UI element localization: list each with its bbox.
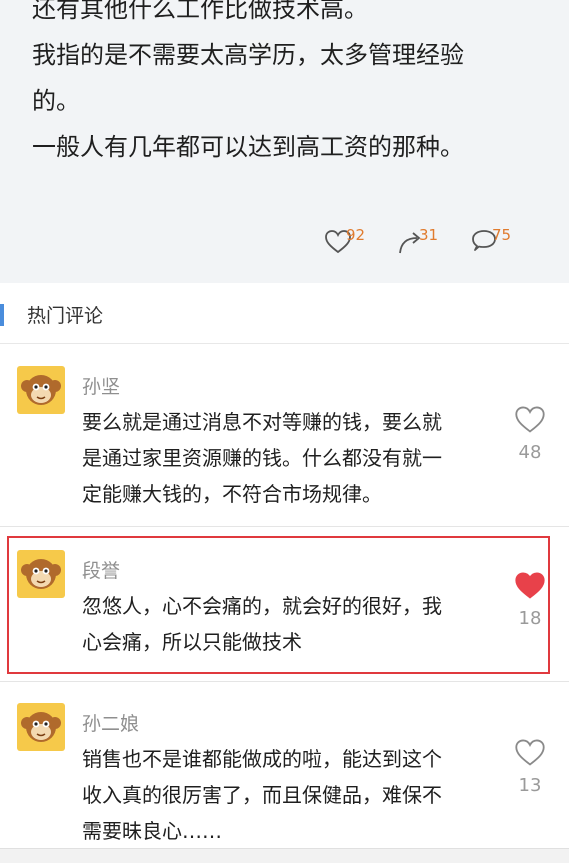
comment-text: 销售也不是谁都能做成的啦，能达到这个 收入真的很厉害了，而且保健品，难保不 需要…: [82, 741, 492, 849]
post-line: 的。: [32, 87, 80, 115]
post-like-button[interactable]: 92: [324, 226, 366, 256]
post-comment-count: 75: [492, 226, 512, 244]
comment-line: 收入真的很厉害了，而且保健品，难保不: [82, 783, 442, 807]
monkey-avatar-icon[interactable]: [17, 366, 65, 414]
comment-like-button[interactable]: 18: [512, 570, 548, 629]
commenter-name[interactable]: 孙坚: [82, 372, 120, 399]
divider: [0, 526, 569, 527]
post-comment-button[interactable]: 75: [470, 226, 512, 256]
post-card: 还有其他什么工作比做技术高。 我指的是不需要太高学历，太多管理经验 的。 一般人…: [0, 0, 569, 283]
post-like-count: 92: [346, 226, 366, 244]
comment-like-button[interactable]: 13: [512, 737, 548, 796]
post-repost-count: 31: [419, 226, 439, 244]
comment-line: 销售也不是谁都能做成的啦，能达到这个: [82, 747, 442, 771]
divider: [0, 343, 569, 344]
section-accent-bar: [0, 304, 4, 326]
comment-text: 忽悠人，心不会痛的，就会好的很好，我 心会痛，所以只能做技术: [82, 588, 492, 660]
bottom-bar: [0, 848, 569, 863]
heart-icon: [515, 739, 545, 766]
post-text: 还有其他什么工作比做技术高。 我指的是不需要太高学历，太多管理经验 的。 一般人…: [32, 0, 532, 170]
heart-filled-icon: [515, 572, 545, 599]
comment-like-count: 48: [518, 442, 542, 463]
post-repost-button[interactable]: 31: [397, 226, 439, 256]
comment-like-count: 13: [518, 775, 542, 796]
post-line: 一般人有几年都可以达到高工资的那种。: [32, 133, 464, 161]
commenter-name[interactable]: 孙二娘: [82, 709, 139, 736]
post-line: 还有其他什么工作比做技术高。: [32, 0, 368, 23]
monkey-avatar-icon[interactable]: [17, 550, 65, 598]
comment-line: 定能赚大钱的，不符合市场规律。: [82, 482, 382, 506]
comment-line: 是通过家里资源赚的钱。什么都没有就一: [82, 446, 442, 470]
comment-like-button[interactable]: 48: [512, 404, 548, 463]
comment-like-count: 18: [518, 608, 542, 629]
post-line: 我指的是不需要太高学历，太多管理经验: [32, 41, 464, 69]
section-title: 热门评论: [27, 305, 104, 327]
heart-icon: [515, 406, 545, 433]
commenter-name[interactable]: 段誉: [82, 556, 120, 583]
comment-line: 需要昧良心……: [82, 819, 222, 843]
monkey-avatar-icon[interactable]: [17, 703, 65, 751]
comment-line: 心会痛，所以只能做技术: [82, 630, 302, 654]
comment-line: 要么就是通过消息不对等赚的钱，要么就: [82, 410, 442, 434]
divider: [0, 681, 569, 682]
hot-comments-header: 热门评论: [0, 290, 569, 342]
comment-text: 要么就是通过消息不对等赚的钱，要么就 是通过家里资源赚的钱。什么都没有就一 定能…: [82, 404, 492, 512]
comment-line: 忽悠人，心不会痛的，就会好的很好，我: [82, 594, 442, 618]
